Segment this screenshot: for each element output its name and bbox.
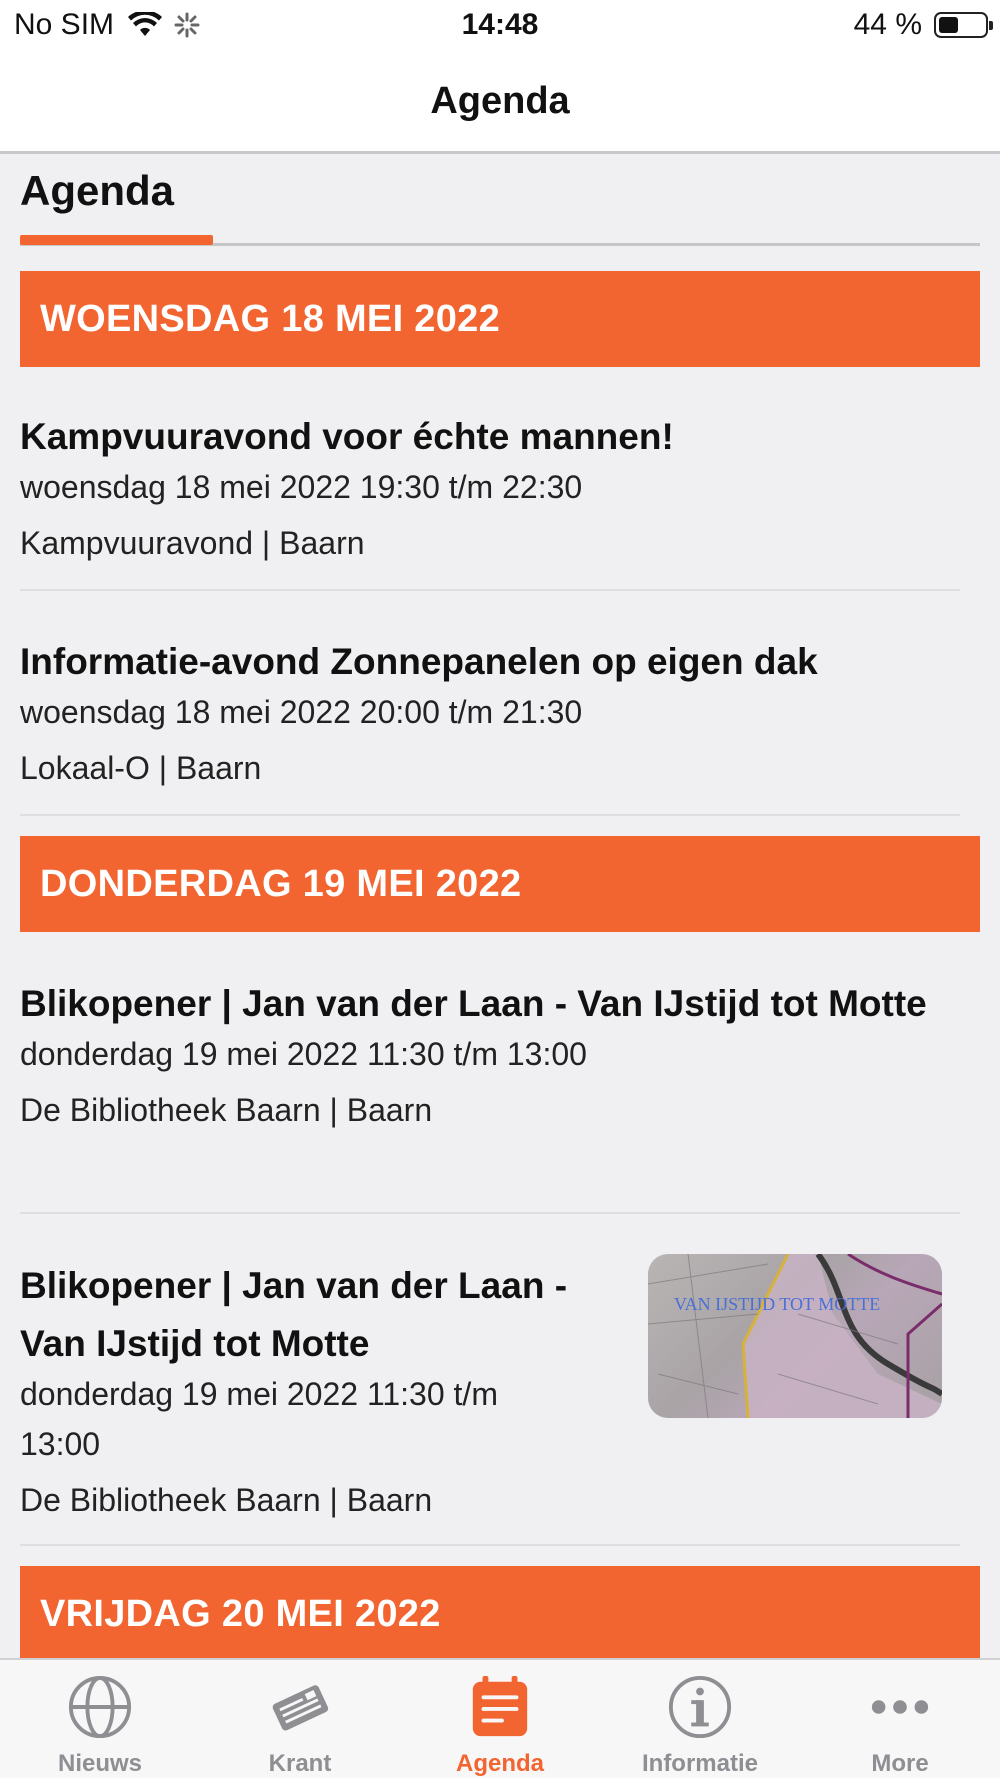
thumbnail-caption: VAN IJSTIJD TOT MOTTE xyxy=(674,1294,881,1314)
list-divider xyxy=(20,1544,960,1546)
event-item[interactable]: Informatie-avond Zonnepanelen op eigen d… xyxy=(20,633,960,793)
day-header: DONDERDAG 19 MEI 2022 xyxy=(20,836,980,932)
agenda-list[interactable]: Agenda WOENSDAG 18 MEI 2022 Kampvuuravon… xyxy=(0,157,1000,1658)
event-item[interactable]: Blikopener | Jan van der Laan - Van IJst… xyxy=(20,975,960,1135)
event-title: Blikopener | Jan van der Laan - Van IJst… xyxy=(20,1265,568,1364)
day-header: WOENSDAG 18 MEI 2022 xyxy=(20,271,980,367)
list-divider xyxy=(20,814,960,816)
day-header: VRIJDAG 20 MEI 2022 xyxy=(20,1566,980,1658)
map-illustration xyxy=(648,1254,942,1418)
status-time: 14:48 xyxy=(461,8,539,41)
battery-icon xyxy=(934,12,993,38)
tab-nieuws[interactable]: Nieuws xyxy=(0,1660,200,1778)
event-location: De Bibliotheek Baarn | Baarn xyxy=(20,1482,433,1518)
navigation-bar: Agenda xyxy=(0,50,1000,154)
tab-more[interactable]: More xyxy=(800,1660,1000,1778)
event-thumbnail-image[interactable]: VAN IJSTIJD TOT MOTTE xyxy=(648,1254,942,1418)
tab-agenda[interactable]: Agenda xyxy=(400,1660,600,1778)
tab-label: Agenda xyxy=(455,1750,544,1777)
event-title: Informatie-avond Zonnepanelen op eigen d… xyxy=(20,641,818,682)
tab-label: Krant xyxy=(268,1750,332,1777)
list-divider xyxy=(20,589,960,591)
tab-krant[interactable]: Krant xyxy=(200,1660,400,1778)
tab-label: Nieuws xyxy=(57,1750,143,1777)
nav-title: Agenda xyxy=(430,80,570,122)
list-divider xyxy=(20,1212,960,1214)
status-bar: No SIM 14:48 44 % xyxy=(0,0,1000,50)
event-date: donderdag 19 mei 2022 11:30 t/m 13:00 xyxy=(20,1376,498,1462)
battery-percentage: 44 % xyxy=(853,8,922,41)
event-title: Kampvuuravond voor échte mannen! xyxy=(20,416,674,457)
status-right: 44 % xyxy=(853,8,993,42)
event-location: Kampvuuravond | Baarn xyxy=(20,525,365,561)
info-icon xyxy=(668,1675,732,1739)
tab-label: More xyxy=(871,1750,929,1777)
tab-informatie[interactable]: Informatie xyxy=(600,1660,800,1778)
event-location: Lokaal-O | Baarn xyxy=(20,750,262,786)
event-date: woensdag 18 mei 2022 19:30 t/m 22:30 xyxy=(20,469,583,505)
event-title: Blikopener | Jan van der Laan - Van IJst… xyxy=(20,983,927,1024)
heading-accent-underline xyxy=(20,235,213,245)
event-location: De Bibliotheek Baarn | Baarn xyxy=(20,1092,433,1128)
more-icon xyxy=(871,1700,929,1714)
event-date: woensdag 18 mei 2022 20:00 t/m 21:30 xyxy=(20,694,583,730)
globe-icon xyxy=(68,1675,132,1739)
newspaper-icon xyxy=(272,1685,329,1731)
event-date: donderdag 19 mei 2022 11:30 t/m 13:00 xyxy=(20,1036,587,1072)
calendar-icon xyxy=(472,1675,528,1737)
event-item[interactable]: Kampvuuravond voor échte mannen! woensda… xyxy=(20,408,960,568)
tab-bar: Nieuws Krant Agenda Informatie More xyxy=(0,1658,1000,1778)
page-heading: Agenda xyxy=(20,167,175,214)
tab-label: Informatie xyxy=(641,1750,758,1777)
event-item-with-image[interactable]: Blikopener | Jan van der Laan - Van IJst… xyxy=(20,1257,620,1525)
